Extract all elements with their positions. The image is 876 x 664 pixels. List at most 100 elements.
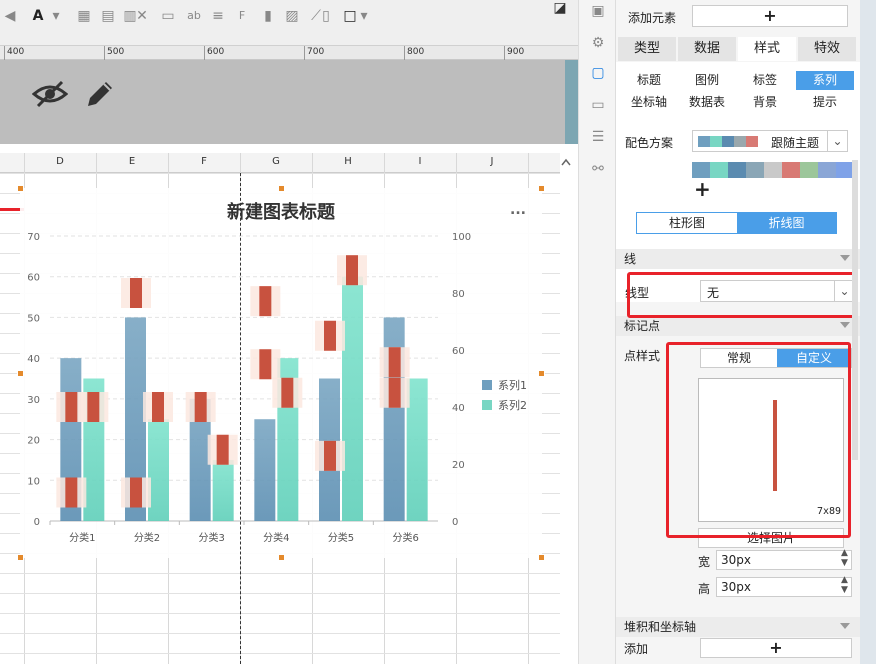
dock-icon[interactable]: ◪ xyxy=(552,0,568,16)
subtab-legend[interactable]: 图例 xyxy=(678,71,736,90)
legend-swatch xyxy=(482,380,492,390)
grid-icon[interactable]: ▤ xyxy=(100,8,116,24)
chart-container[interactable]: 新建图表标题... 0 10 20 30 40 50 60 70 0 20 40 60 80 100 分类1 分… xyxy=(20,188,542,558)
formula-icon[interactable]: F xyxy=(234,8,250,24)
tab-type[interactable]: 类型 xyxy=(618,37,676,61)
stack-axis-label: 堆积和坐标轴 xyxy=(624,620,697,634)
series-marker-bar xyxy=(346,255,358,286)
column-header[interactable]: E xyxy=(127,156,137,167)
bar-chart-tab[interactable]: 柱形图 xyxy=(637,213,737,233)
bar-chart-icon[interactable]: ▮ xyxy=(260,8,276,24)
line-chart-tab[interactable]: 折线图 xyxy=(737,213,836,233)
subtab-axis[interactable]: 坐标轴 xyxy=(620,93,678,112)
palette-swatch[interactable] xyxy=(728,162,746,178)
resize-handle[interactable] xyxy=(538,370,545,377)
resize-handle[interactable] xyxy=(538,554,545,561)
palette-swatch[interactable] xyxy=(764,162,782,178)
chevron-down-icon xyxy=(840,623,850,629)
increment-icon[interactable]: ▲ xyxy=(841,548,848,558)
subtab-label[interactable]: 标签 xyxy=(736,71,794,90)
font-color-icon[interactable]: A xyxy=(30,8,46,24)
palette-swatch[interactable] xyxy=(818,162,836,178)
subtab-title[interactable]: 标题 xyxy=(620,71,678,90)
resize-handle[interactable] xyxy=(278,185,285,192)
chevron-down-icon[interactable]: ⌄ xyxy=(827,131,847,151)
align-icon[interactable]: ≡ xyxy=(210,8,226,24)
line-section[interactable]: 线 xyxy=(616,249,860,269)
paint-icon[interactable]: ◀ xyxy=(2,8,18,24)
left-axis-tick: 30 xyxy=(27,395,40,406)
height-input[interactable]: 30px ▲ ▼ xyxy=(716,575,852,597)
add-element-button[interactable]: + xyxy=(692,5,848,27)
x-axis-label: 分类6 xyxy=(392,531,418,544)
stack-axis-section[interactable]: 堆积和坐标轴 xyxy=(616,617,860,637)
series-marker-bar xyxy=(152,392,164,422)
legend-label: 系列1 xyxy=(498,378,527,392)
add-button[interactable]: + xyxy=(700,638,852,658)
color-scheme-select[interactable]: 跟随主题 ⌄ xyxy=(692,130,848,152)
column-header[interactable]: H xyxy=(343,156,353,167)
scrollbar-strip[interactable] xyxy=(565,60,578,144)
palette-swatch[interactable] xyxy=(800,162,818,178)
column-header[interactable]: G xyxy=(271,156,281,167)
tab-style[interactable]: 样式 xyxy=(738,37,796,61)
chevron-down-icon[interactable]: ▾ xyxy=(356,8,372,24)
side-toolbar: ▣ ⚙ ▢ ▭ ☰ ⚯ xyxy=(578,0,616,664)
image-icon[interactable]: ▨ xyxy=(284,8,300,24)
marker-section[interactable]: 标记点 xyxy=(616,316,860,336)
panel-scrollbar[interactable] xyxy=(852,160,858,460)
pencil-icon[interactable] xyxy=(84,78,116,110)
subtab-tooltip[interactable]: 提示 xyxy=(796,93,854,112)
subtab-series[interactable]: 系列 xyxy=(796,71,854,90)
series-marker-bar xyxy=(388,347,401,378)
color-chip xyxy=(722,136,734,147)
resize-handle[interactable] xyxy=(17,370,24,377)
column-header[interactable]: D xyxy=(55,156,65,167)
edge-strip xyxy=(860,0,876,664)
text-icon[interactable]: ab xyxy=(186,8,202,24)
decrement-icon[interactable]: ▼ xyxy=(841,558,848,568)
column-header[interactable]: F xyxy=(199,156,209,167)
ruler: 400 500 600 700 800 900 xyxy=(0,46,578,60)
add-color-button[interactable]: + xyxy=(694,177,711,201)
resize-handle[interactable] xyxy=(17,554,24,561)
palette-swatch[interactable] xyxy=(782,162,800,178)
chart-title: 新建图表标题 xyxy=(227,201,336,223)
resize-handle[interactable] xyxy=(17,185,24,192)
series-marker-bar xyxy=(324,440,336,471)
resize-handle[interactable] xyxy=(538,185,545,192)
increment-icon[interactable]: ▲ xyxy=(841,575,848,585)
column-header[interactable]: I xyxy=(415,156,425,167)
frame-icon[interactable]: ▭ xyxy=(589,96,607,114)
series-marker-bar xyxy=(216,434,229,465)
tab-effects[interactable]: 特效 xyxy=(798,37,856,61)
chevron-down-icon[interactable]: ▾ xyxy=(48,8,64,24)
document-icon[interactable]: ▯ xyxy=(318,8,334,24)
link-icon[interactable]: ⚯ xyxy=(589,160,607,178)
palette-swatch[interactable] xyxy=(746,162,764,178)
subtab-background[interactable]: 背景 xyxy=(736,93,794,112)
palette[interactable] xyxy=(692,162,854,178)
eye-off-icon[interactable] xyxy=(32,78,68,110)
column-header[interactable]: J xyxy=(487,156,497,167)
layout-icon[interactable]: ▣ xyxy=(589,2,607,20)
tab-data[interactable]: 数据 xyxy=(678,37,736,61)
table-icon[interactable]: ▦ xyxy=(76,8,92,24)
x-axis-label: 分类4 xyxy=(263,531,289,544)
palette-swatch[interactable] xyxy=(710,162,728,178)
subtab-datatable[interactable]: 数据表 xyxy=(678,93,736,112)
close-tab-icon[interactable]: ✕ xyxy=(134,8,150,24)
scroll-up-icon[interactable] xyxy=(560,155,572,171)
decrement-icon[interactable]: ▼ xyxy=(841,585,848,595)
list-icon[interactable]: ☰ xyxy=(589,128,607,146)
palette-swatch[interactable] xyxy=(692,162,710,178)
widget-icon[interactable]: ⚙ xyxy=(589,34,607,52)
text-field-icon[interactable]: ▭ xyxy=(160,8,176,24)
resize-handle[interactable] xyxy=(278,554,285,561)
legend-label: 系列2 xyxy=(498,398,527,412)
width-value: 30px xyxy=(721,553,751,567)
width-input[interactable]: 30px ▲ ▼ xyxy=(716,548,852,570)
add-element-label: 添加元素 xyxy=(628,11,677,25)
style-icon[interactable]: ▢ xyxy=(589,64,607,82)
right-axis-tick: 0 xyxy=(452,517,458,528)
